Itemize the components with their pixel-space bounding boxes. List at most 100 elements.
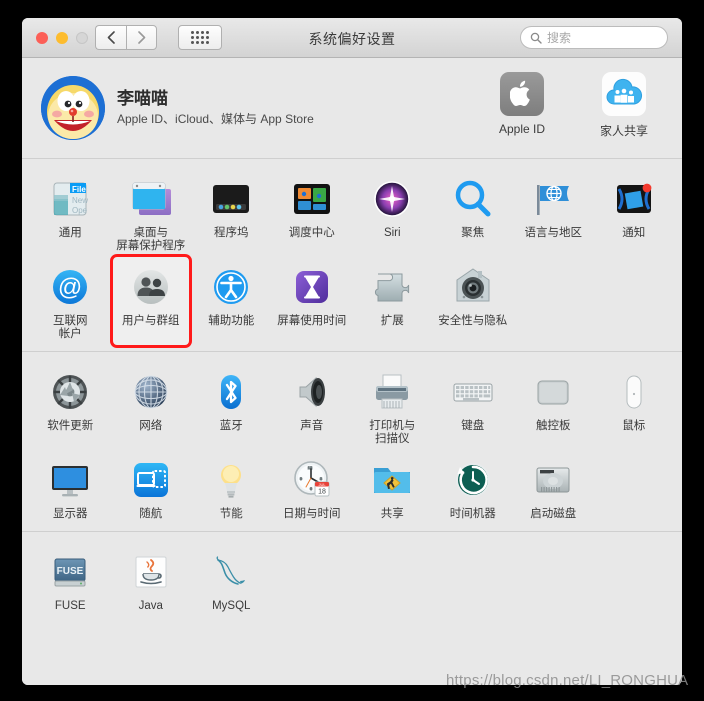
pref-label: 打印机与 扫描仪: [369, 420, 416, 445]
pref-label: 通知: [622, 227, 646, 239]
dock-icon: [207, 175, 255, 223]
apple-id-banner: 李喵喵 Apple ID、iCloud、媒体与 App Store Apple …: [22, 58, 682, 158]
pref-label: 触控板: [536, 420, 571, 432]
pref-item-notifications[interactable]: 通知: [596, 169, 672, 257]
search-placeholder: 搜索: [547, 31, 572, 45]
pref-item-displays[interactable]: 显示器: [32, 450, 108, 525]
preferences-grid-third-party: FUSE FUSE Java MySQL: [22, 532, 682, 623]
pref-label: Java: [138, 600, 163, 612]
family-cloud-glyph: [606, 78, 642, 105]
date-icon-day: 18: [318, 489, 326, 496]
banner-buttons: Apple ID 家人共享: [486, 72, 660, 139]
preferences-grid-personal: File New Ope 通用 桌面与 屏幕保护程序 程序坞 调度中心 Siri…: [22, 159, 682, 351]
pref-label: 节能: [219, 508, 243, 520]
pref-label: 共享: [380, 508, 404, 520]
pref-label: 通用: [58, 227, 82, 239]
svg-text:@: @: [58, 274, 82, 301]
preferences-content: 李喵喵 Apple ID、iCloud、媒体与 App Store Apple …: [22, 58, 682, 685]
svg-text:Ope: Ope: [72, 206, 88, 215]
pref-item-sidecar[interactable]: 随航: [113, 450, 189, 525]
svg-text:File: File: [72, 185, 86, 194]
extensions-icon: [368, 263, 416, 311]
section-hardware: 软件更新 网络 蓝牙 声音 打印机与 扫描仪 键盘 触控板 鼠标 显示器 随航 …: [22, 352, 682, 531]
pref-item-date-time[interactable]: 12 3 6 9 JUL 18 日期与时间: [274, 450, 350, 525]
pref-label: 时间机器: [449, 508, 496, 520]
preferences-grid-hardware: 软件更新 网络 蓝牙 声音 打印机与 扫描仪 键盘 触控板 鼠标 显示器 随航 …: [22, 352, 682, 531]
bluetooth-icon: [207, 368, 255, 416]
spotlight-icon: [449, 175, 497, 223]
pref-item-internet-accounts[interactable]: @ 互联网 帐户: [32, 257, 108, 345]
avatar-image: [41, 76, 105, 140]
software-update-icon: [46, 368, 94, 416]
sound-icon: [288, 368, 336, 416]
pref-item-sound[interactable]: 声音: [274, 362, 350, 450]
pref-label: 日期与时间: [283, 508, 341, 520]
pref-item-security-privacy[interactable]: 安全性与隐私: [435, 257, 511, 345]
pref-item-fuse[interactable]: FUSE FUSE: [32, 542, 108, 617]
pref-item-time-machine[interactable]: 时间机器: [435, 450, 511, 525]
search-icon: [530, 32, 542, 44]
family-sharing-cloud-icon: [602, 72, 646, 116]
pref-item-trackpad[interactable]: 触控板: [515, 362, 591, 450]
svg-text:FUSE: FUSE: [57, 566, 84, 577]
pref-item-startup-disk[interactable]: 启动磁盘: [515, 450, 591, 525]
pref-label: 显示器: [53, 508, 88, 520]
displays-icon: [46, 456, 94, 504]
family-sharing-button[interactable]: 家人共享: [588, 72, 660, 139]
screenshot-root: 系统偏好设置 搜索 李喵喵 Apple ID、iCloud、媒体与 App St…: [0, 0, 704, 701]
pref-item-general[interactable]: File New Ope 通用: [32, 169, 108, 257]
avatar[interactable]: [41, 76, 105, 140]
pref-label: 启动磁盘: [530, 508, 577, 520]
pref-label: 程序坞: [214, 227, 249, 239]
pref-label: 安全性与隐私: [438, 315, 508, 327]
security-privacy-icon: [449, 263, 497, 311]
account-name: 李喵喵: [117, 89, 168, 108]
pref-item-screen-time[interactable]: 屏幕使用时间: [274, 257, 350, 345]
pref-label: 调度中心: [288, 227, 335, 239]
pref-item-energy-saver[interactable]: 节能: [193, 450, 269, 525]
section-personal: File New Ope 通用 桌面与 屏幕保护程序 程序坞 调度中心 Siri…: [22, 159, 682, 351]
system-preferences-window: 系统偏好设置 搜索 李喵喵 Apple ID、iCloud、媒体与 App St…: [22, 18, 682, 685]
pref-label: 鼠标: [622, 420, 646, 432]
screen-time-icon: [288, 263, 336, 311]
pref-item-users-groups[interactable]: 用户与群组: [109, 254, 192, 348]
date-time-icon: 12 3 6 9 JUL 18: [288, 456, 336, 504]
pref-item-sharing[interactable]: 共享: [354, 450, 430, 525]
search-field[interactable]: 搜索: [520, 26, 668, 49]
pref-item-software-update[interactable]: 软件更新: [32, 362, 108, 450]
pref-label: 语言与地区: [524, 227, 583, 239]
pref-item-java[interactable]: Java: [113, 542, 189, 617]
pref-label: Siri: [383, 227, 401, 239]
pref-item-mysql[interactable]: MySQL: [193, 542, 269, 617]
energy-saver-icon: [207, 456, 255, 504]
keyboard-icon: [449, 368, 497, 416]
pref-item-siri[interactable]: Siri: [354, 169, 430, 257]
pref-item-spotlight[interactable]: 聚焦: [435, 169, 511, 257]
pref-label: 辅助功能: [208, 315, 255, 327]
apple-id-button[interactable]: Apple ID: [486, 72, 558, 139]
pref-item-desktop-screensaver[interactable]: 桌面与 屏幕保护程序: [113, 169, 189, 257]
pref-label: 网络: [139, 420, 163, 432]
account-subtitle: Apple ID、iCloud、媒体与 App Store: [117, 112, 314, 126]
pref-label: 桌面与 屏幕保护程序: [116, 227, 186, 252]
pref-label: 软件更新: [47, 420, 94, 432]
apple-id-button-label: Apple ID: [498, 122, 546, 136]
internet-accounts-icon: @: [46, 263, 94, 311]
pref-item-bluetooth[interactable]: 蓝牙: [193, 362, 269, 450]
pref-item-mission-control[interactable]: 调度中心: [274, 169, 350, 257]
pref-item-accessibility[interactable]: 辅助功能: [193, 257, 269, 345]
apple-glyph: [510, 80, 530, 107]
desktop-screensaver-icon: [127, 175, 175, 223]
date-icon-month: JUL: [318, 482, 326, 487]
mysql-icon: [207, 548, 255, 596]
pref-item-network[interactable]: 网络: [113, 362, 189, 450]
mouse-icon: [610, 368, 658, 416]
pref-item-language-region[interactable]: 语言与地区: [515, 169, 591, 257]
sharing-icon: [368, 456, 416, 504]
pref-item-keyboard[interactable]: 键盘: [435, 362, 511, 450]
time-machine-icon: [449, 456, 497, 504]
pref-item-printers-scanners[interactable]: 打印机与 扫描仪: [354, 362, 430, 450]
pref-item-mouse[interactable]: 鼠标: [596, 362, 672, 450]
pref-item-dock[interactable]: 程序坞: [193, 169, 269, 257]
pref-item-extensions[interactable]: 扩展: [354, 257, 430, 345]
